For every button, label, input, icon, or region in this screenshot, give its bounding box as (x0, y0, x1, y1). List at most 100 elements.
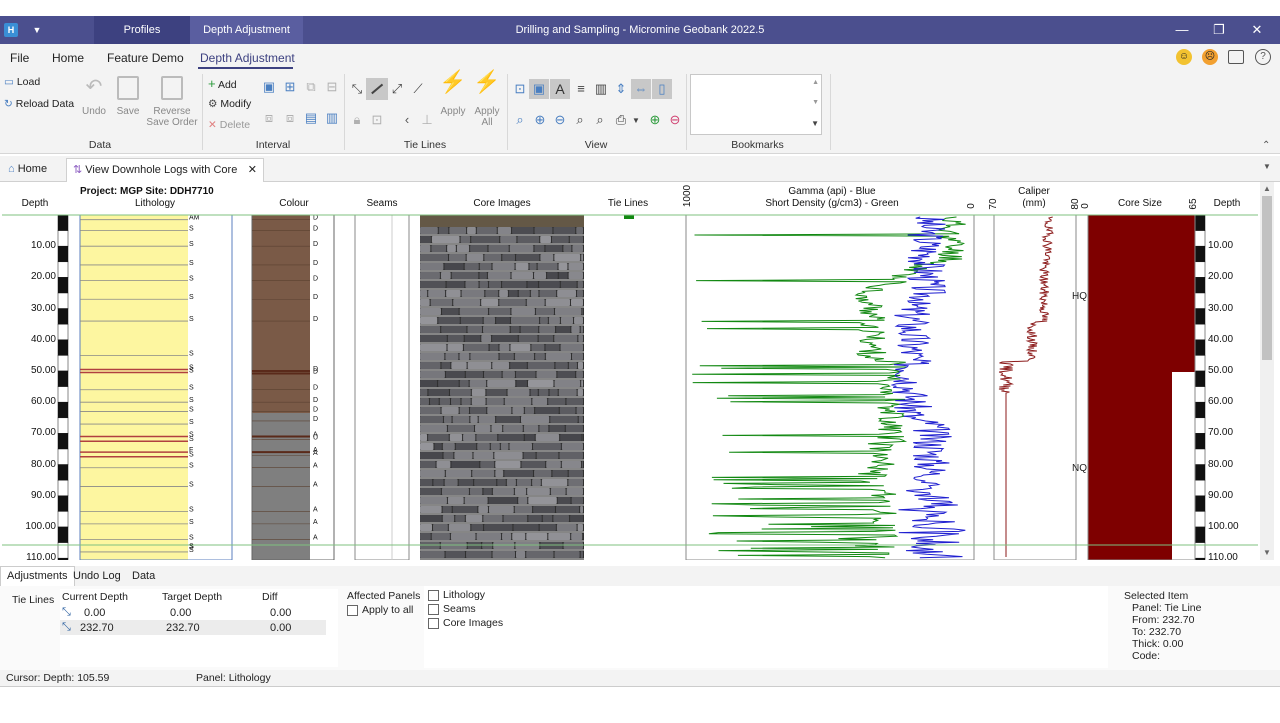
width-button[interactable]: ⇔ (631, 79, 651, 99)
apply-to-all-checkbox[interactable]: Apply to all (347, 604, 413, 616)
core-piece (452, 506, 478, 513)
help-icon[interactable]: ? (1255, 49, 1271, 65)
zoom-window-icon[interactable]: ⌕ (593, 113, 607, 127)
tab-depth-adjustment[interactable]: Depth Adjustment (190, 16, 303, 44)
text-view-button[interactable]: A (550, 79, 570, 99)
add-circle-icon[interactable]: ⊕ (648, 113, 662, 127)
interval-tool-3-icon[interactable]: ⧉ (304, 80, 318, 94)
selected-item-info: Selected Item Panel: Tie Line From: 232.… (1124, 590, 1201, 662)
load-button[interactable]: ▭ Load (4, 76, 40, 88)
search-icon[interactable]: ⌕ (513, 113, 527, 127)
menu-file[interactable]: File (10, 51, 29, 65)
downhole-log-view[interactable]: Depth Project: MGP Site: DDH7710 Litholo… (2, 182, 1258, 560)
core-piece (545, 353, 572, 360)
tie-line-draw-icon[interactable]: ⤡ (350, 82, 364, 96)
tie-line-select-button[interactable] (366, 78, 388, 100)
core-piece (480, 461, 495, 468)
scroll-up-arrow-icon[interactable]: ▲ (1263, 184, 1271, 193)
lock-icon[interactable]: 🔒︎ (350, 113, 364, 127)
apply-button[interactable]: ⚡ Apply (436, 71, 470, 118)
cell-current: 232.70 (80, 622, 114, 634)
add-button[interactable]: + Add (208, 76, 237, 91)
core-piece (479, 263, 492, 270)
view-fit-icon[interactable]: ⊡ (513, 82, 527, 96)
interval-tool-8-icon[interactable]: ▥ (325, 111, 339, 125)
menu-feature-demo[interactable]: Feature Demo (107, 51, 184, 65)
comment-icon[interactable] (1228, 50, 1244, 64)
close-tab-icon[interactable]: ✕ (248, 159, 257, 181)
close-icon[interactable]: ✕ (1237, 16, 1277, 44)
zoom-extent-icon[interactable]: ⌕ (573, 113, 587, 127)
tab-data[interactable]: Data (132, 570, 155, 582)
frown-feedback-icon[interactable]: ☹ (1202, 49, 1218, 65)
view-toggle-button[interactable]: ▣ (529, 79, 549, 99)
core-piece (516, 551, 526, 558)
table-row[interactable]: ⤡ 0.00 0.00 0.00 (60, 605, 326, 620)
panel-core-images-checkbox[interactable]: Core Images (428, 617, 503, 629)
depth-scale-icon[interactable]: ⇕ (614, 82, 628, 96)
doc-tab-home[interactable]: ⌂ Home (2, 158, 64, 182)
lines-icon[interactable]: ≡ (574, 82, 588, 96)
tab-undo-log[interactable]: Undo Log (73, 570, 121, 582)
frame-button[interactable]: ▯ (652, 79, 672, 99)
delete-button[interactable]: ✕ Delete (208, 119, 250, 131)
zoom-in-icon[interactable]: ⊕ (533, 113, 547, 127)
bookmarks-list[interactable]: ▲ ▼ ▼ (690, 74, 822, 135)
core-piece (420, 371, 445, 378)
tie-line-edit-icon[interactable]: ⤢ (390, 82, 404, 96)
vertical-scrollbar[interactable]: ▲ ▼ (1260, 182, 1274, 560)
restore-icon[interactable]: ❐ (1199, 16, 1239, 44)
interval-tool-7-icon[interactable]: ▤ (304, 111, 318, 125)
interval-tool-4-icon[interactable]: ⊟ (325, 80, 339, 94)
minimize-icon[interactable]: — (1162, 16, 1202, 44)
scroll-down-icon[interactable]: ▼ (812, 99, 819, 106)
menu-home[interactable]: Home (52, 51, 84, 65)
tab-profiles[interactable]: Profiles (94, 16, 190, 44)
panel-lithology-checkbox[interactable]: Lithology (428, 589, 485, 601)
smile-feedback-icon[interactable]: ☺ (1176, 49, 1192, 65)
print-icon[interactable]: ⎙ (614, 113, 628, 127)
undo-button[interactable]: ↶ Undo (82, 77, 106, 117)
doc-tab-downhole-logs[interactable]: ⇅ View Downhole Logs with Core ✕ (66, 158, 264, 182)
tie-line-move-icon[interactable]: ⟋ (411, 82, 425, 96)
unlock-icon[interactable]: ⊡ (370, 113, 384, 127)
modify-button[interactable]: ⚙ Modify (208, 98, 251, 110)
apply-all-lightning-icon: ⚡ (473, 69, 501, 94)
save-button[interactable]: Save (114, 76, 142, 117)
core-piece (510, 326, 520, 333)
tab-list-dropdown-icon[interactable]: ▼ (1263, 162, 1271, 171)
scroll-thumb[interactable] (1262, 196, 1272, 360)
reload-data-button[interactable]: ↻ Reload Data (4, 98, 74, 110)
collapse-ribbon-icon[interactable]: ⌃ (1262, 140, 1270, 151)
scroll-down-arrow-icon[interactable]: ▼ (1263, 548, 1271, 557)
core-piece (420, 461, 436, 468)
columns-icon[interactable]: ▥ (594, 82, 608, 96)
remove-circle-icon[interactable]: ⊖ (668, 113, 682, 127)
quick-access-dropdown-icon[interactable]: ▼ (28, 16, 46, 44)
tab-adjustments[interactable]: Adjustments (0, 566, 75, 586)
app-logo[interactable]: H (0, 16, 22, 44)
checkbox-icon (428, 589, 439, 601)
core-piece (485, 290, 499, 297)
interval-tool-6-icon[interactable]: ⧈ (283, 111, 297, 125)
menu-depth-adjustment[interactable]: Depth Adjustment (200, 51, 295, 65)
print-dropdown-icon[interactable]: ▼ (629, 114, 643, 128)
interval-tool-5-icon[interactable]: ⧈ (262, 111, 276, 125)
core-piece (540, 236, 551, 243)
core-piece (536, 452, 559, 459)
core-piece (560, 317, 574, 324)
reverse-save-order-button[interactable]: Reverse Save Order (146, 76, 198, 128)
panel-seams-checkbox[interactable]: Seams (428, 603, 476, 615)
core-piece (577, 290, 583, 297)
expand-icon[interactable]: ▼ (811, 119, 819, 128)
scroll-up-icon[interactable]: ▲ (812, 79, 819, 86)
table-row[interactable]: ⤡ 232.70 232.70 0.00 (60, 620, 326, 635)
zoom-out-icon[interactable]: ⊖ (553, 113, 567, 127)
align-icon[interactable]: ⊥ (420, 113, 434, 127)
ruler-block (1194, 526, 1206, 543)
previous-icon[interactable]: ‹ (400, 113, 414, 127)
interval-tool-1-icon[interactable]: ▣ (262, 80, 276, 94)
core-piece (511, 308, 535, 315)
interval-tool-2-icon[interactable]: ⊞ (283, 80, 297, 94)
apply-all-button[interactable]: ⚡ Apply All (470, 69, 504, 129)
